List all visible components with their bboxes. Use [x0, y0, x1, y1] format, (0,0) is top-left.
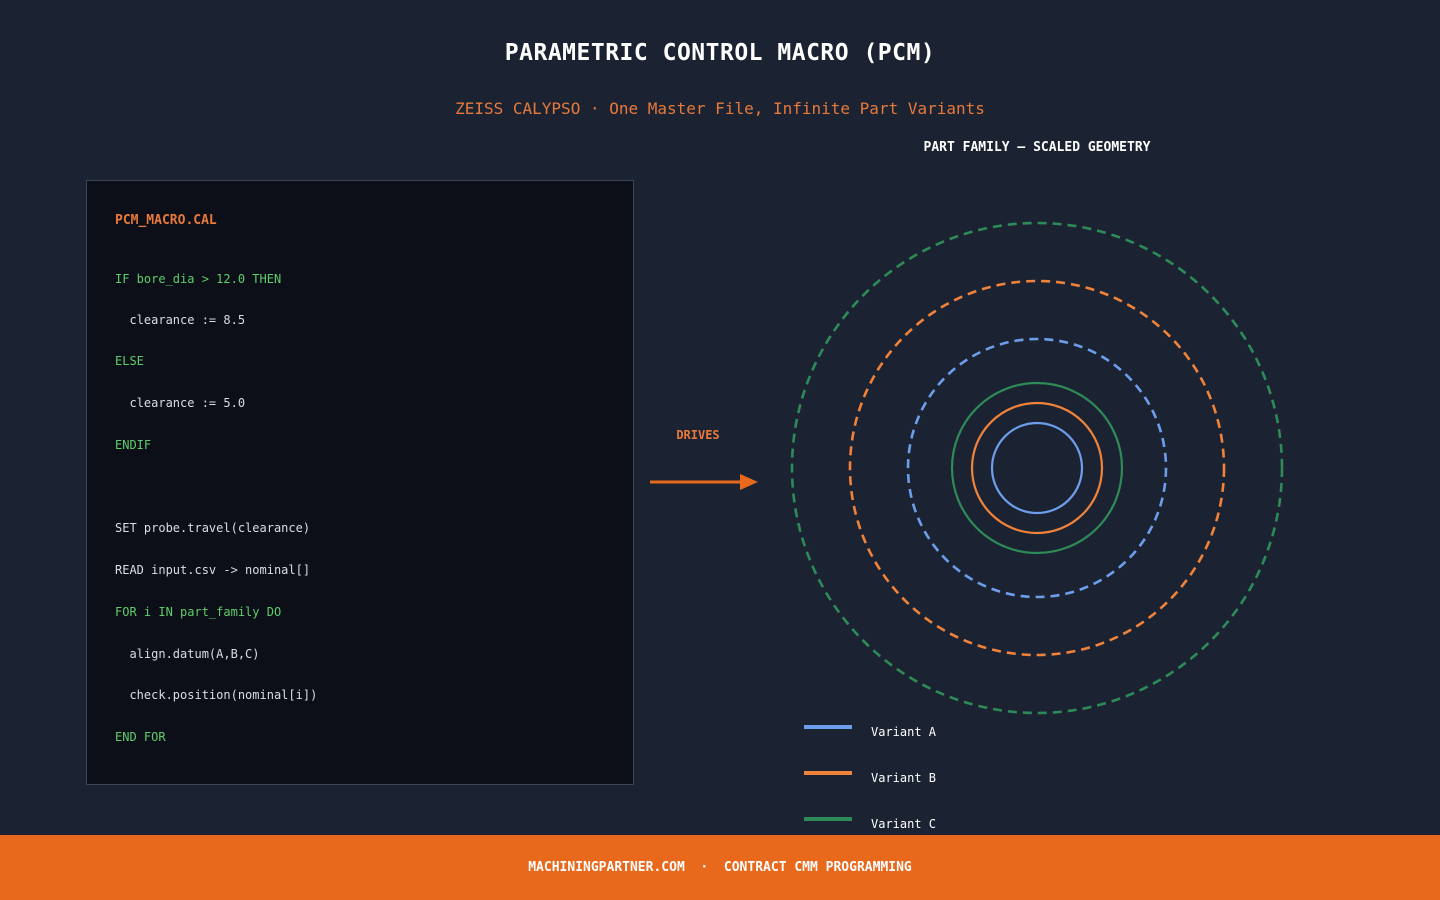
- variant-b-outer-ring: [848, 279, 1226, 657]
- variant-a-bore: [990, 421, 1084, 515]
- footer-text: MACHININGPARTNER.COM · CONTRACT CMM PROG…: [528, 860, 912, 875]
- legend-label-variant-b: Variant B: [871, 771, 936, 785]
- legend-label-variant-a: Variant A: [871, 725, 937, 739]
- legend-label-variant-c: Variant C: [871, 817, 936, 831]
- part-family-diagram: DRIVES PART FAMILY — SCALED GEOMETRY Var…: [650, 140, 1284, 831]
- drives-label: DRIVES: [676, 428, 719, 442]
- variant-a-outer-ring: [906, 337, 1168, 599]
- variant-c-outer-ring: [790, 221, 1284, 715]
- variant-c-bore: [950, 381, 1124, 555]
- part-family-title: PART FAMILY — SCALED GEOMETRY: [924, 140, 1151, 155]
- drives-arrow-head: [740, 474, 758, 490]
- footer-bar: MACHININGPARTNER.COM · CONTRACT CMM PROG…: [0, 835, 1440, 900]
